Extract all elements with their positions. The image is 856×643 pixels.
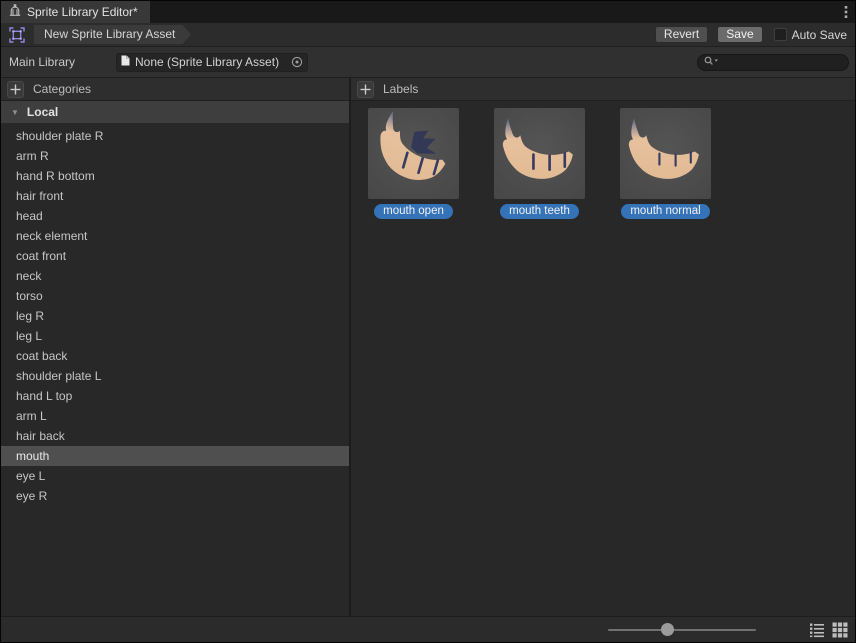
category-item[interactable]: hair back xyxy=(1,426,349,446)
labels-title: Labels xyxy=(383,82,418,96)
toolbar: New Sprite Library Asset Revert Save Aut… xyxy=(1,23,855,47)
categories-panel: Categories ▼ Local shoulder plate R arm … xyxy=(1,78,351,616)
label-pill[interactable]: mouth open xyxy=(374,204,453,219)
search-field[interactable] xyxy=(697,54,849,71)
category-item[interactable]: eye L xyxy=(1,466,349,486)
sprite-thumbnail-mouth-open[interactable] xyxy=(368,108,459,199)
thumbnail-zoom-slider[interactable] xyxy=(608,623,756,636)
list-view-icon[interactable] xyxy=(808,621,825,638)
category-item[interactable]: neck xyxy=(1,266,349,286)
main-library-object-field[interactable]: None (Sprite Library Asset) xyxy=(116,53,308,72)
auto-save-label: Auto Save xyxy=(792,28,847,42)
label-cell: mouth teeth xyxy=(494,108,585,219)
save-button[interactable]: Save xyxy=(717,26,762,43)
sprite-library-asset-icon xyxy=(9,27,25,43)
category-item[interactable]: leg L xyxy=(1,326,349,346)
label-cell: mouth normal xyxy=(620,108,711,219)
tab-title: Sprite Library Editor* xyxy=(27,5,138,19)
category-item[interactable]: hand R bottom xyxy=(1,166,349,186)
object-field-value: None (Sprite Library Asset) xyxy=(135,55,286,69)
categories-header: Categories xyxy=(1,78,349,101)
main-library-row: Main Library None (Sprite Library Asset) xyxy=(1,47,855,78)
category-item[interactable]: arm L xyxy=(1,406,349,426)
category-item[interactable]: eye R xyxy=(1,486,349,506)
status-bar xyxy=(1,616,855,642)
category-item[interactable]: coat front xyxy=(1,246,349,266)
foldout-triangle-icon: ▼ xyxy=(11,108,19,117)
sprite-thumbnail-mouth-normal[interactable] xyxy=(620,108,711,199)
zoom-slider-knob[interactable] xyxy=(661,623,674,636)
sprite-thumbnail-mouth-teeth[interactable] xyxy=(494,108,585,199)
category-item[interactable]: head xyxy=(1,206,349,226)
local-label: Local xyxy=(27,105,58,119)
local-foldout[interactable]: ▼ Local xyxy=(1,101,349,123)
category-list: shoulder plate R arm R hand R bottom hai… xyxy=(1,123,349,616)
auto-save-checkbox[interactable] xyxy=(774,28,787,41)
category-item[interactable]: shoulder plate R xyxy=(1,126,349,146)
category-item[interactable]: shoulder plate L xyxy=(1,366,349,386)
add-category-button[interactable] xyxy=(7,81,24,98)
add-label-button[interactable] xyxy=(357,81,374,98)
category-item[interactable]: leg R xyxy=(1,306,349,326)
object-picker-icon[interactable] xyxy=(291,56,303,68)
search-input[interactable] xyxy=(722,56,842,68)
cage-icon xyxy=(8,4,22,21)
category-item[interactable]: mouth xyxy=(1,446,349,466)
categories-title: Categories xyxy=(33,82,91,96)
revert-button[interactable]: Revert xyxy=(655,26,708,43)
kebab-menu-icon[interactable] xyxy=(837,1,855,23)
category-item[interactable]: coat back xyxy=(1,346,349,366)
labels-panel: Labels xyxy=(351,78,855,616)
search-icon xyxy=(704,55,719,69)
category-item[interactable]: neck element xyxy=(1,226,349,246)
tab-bar: Sprite Library Editor* xyxy=(1,1,855,23)
category-item[interactable]: torso xyxy=(1,286,349,306)
slider-track xyxy=(608,629,756,631)
tab-sprite-library-editor[interactable]: Sprite Library Editor* xyxy=(1,1,150,23)
label-pill[interactable]: mouth teeth xyxy=(500,204,579,219)
asset-file-icon xyxy=(121,55,130,69)
sprite-library-editor-window: Sprite Library Editor* xyxy=(0,0,856,643)
content-area: Categories ▼ Local shoulder plate R arm … xyxy=(1,78,855,616)
labels-header: Labels xyxy=(351,78,855,101)
category-item[interactable]: hair front xyxy=(1,186,349,206)
category-item[interactable]: arm R xyxy=(1,146,349,166)
label-grid: mouth open xyxy=(351,101,855,219)
label-pill[interactable]: mouth normal xyxy=(621,204,709,219)
category-item[interactable]: hand L top xyxy=(1,386,349,406)
breadcrumb[interactable]: New Sprite Library Asset xyxy=(34,25,191,44)
label-cell: mouth open xyxy=(368,108,459,219)
grid-view-icon[interactable] xyxy=(831,621,848,638)
main-library-label: Main Library xyxy=(9,55,116,69)
